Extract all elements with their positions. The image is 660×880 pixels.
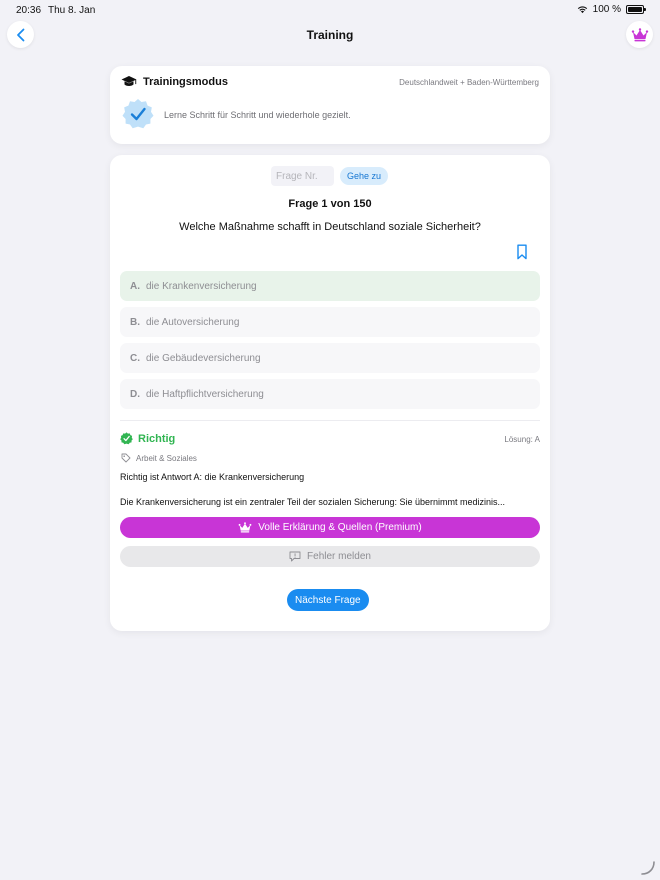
mode-header: Trainingsmodus xyxy=(121,75,228,88)
answer-option-b[interactable]: B. die Autoversicherung xyxy=(120,307,540,337)
mode-title: Trainingsmodus xyxy=(143,75,228,88)
check-seal-icon xyxy=(120,432,133,445)
answer-letter: A. xyxy=(130,280,140,292)
category-tag: Arbeit & Soziales xyxy=(121,453,197,463)
training-mode-card: Trainingsmodus Deutschlandweit + Baden-W… xyxy=(110,66,550,144)
question-text: Welche Maßnahme schafft in Deutschland s… xyxy=(179,221,481,233)
answer-letter: C. xyxy=(130,352,140,364)
crown-icon xyxy=(631,27,648,41)
status-indicators: 100 % xyxy=(577,4,646,15)
explanation-text: Die Krankenversicherung ist ein zentrale… xyxy=(120,497,506,507)
resize-handle-icon[interactable] xyxy=(640,860,656,876)
question-counter: Frage 1 von 150 xyxy=(288,198,372,210)
graduation-cap-icon xyxy=(121,76,137,86)
answer-option-c[interactable]: C. die Gebäudeversicherung xyxy=(120,343,540,373)
bookmark-icon[interactable] xyxy=(516,244,528,260)
status-bar: 20:36 Thu 8. Jan 100 % xyxy=(0,0,660,20)
report-error-button[interactable]: Fehler melden xyxy=(120,546,540,567)
answer-text: die Krankenversicherung xyxy=(146,280,257,292)
divider xyxy=(120,420,540,421)
checkmark-seal-icon xyxy=(122,98,154,130)
battery-icon xyxy=(626,5,646,14)
answer-letter: B. xyxy=(130,316,140,328)
premium-explanation-button[interactable]: Volle Erklärung & Quellen (Premium) xyxy=(120,517,540,538)
solution-label: Lösung: A xyxy=(504,435,540,444)
result-header: Richtig xyxy=(120,432,175,445)
report-button-label: Fehler melden xyxy=(307,551,371,562)
question-card: Gehe zu Frage 1 von 150 Welche Maßnahme … xyxy=(110,155,550,631)
answer-text: die Haftpflichtversicherung xyxy=(146,388,264,400)
correct-answer-text: Richtig ist Antwort A: die Krankenversic… xyxy=(120,472,305,482)
answer-letter: D. xyxy=(130,388,140,400)
page-title: Training xyxy=(306,28,354,42)
category-label: Arbeit & Soziales xyxy=(136,453,197,463)
mode-description: Lerne Schritt für Schritt und wiederhole… xyxy=(164,110,351,120)
answer-text: die Gebäudeversicherung xyxy=(146,352,261,364)
status-time: 20:36 xyxy=(16,5,42,16)
question-number-input[interactable] xyxy=(271,166,334,186)
speech-bubble-exclamation-icon xyxy=(289,551,301,562)
crown-icon xyxy=(238,522,252,533)
answer-option-a[interactable]: A. die Krankenversicherung xyxy=(120,271,540,301)
premium-button[interactable] xyxy=(626,21,653,48)
result-label: Richtig xyxy=(138,432,176,445)
premium-button-label: Volle Erklärung & Quellen (Premium) xyxy=(258,522,422,533)
status-date: Thu 8. Jan xyxy=(48,5,96,16)
wifi-icon xyxy=(577,6,587,14)
answer-text: die Autoversicherung xyxy=(146,316,240,328)
next-question-button[interactable]: Nächste Frage xyxy=(287,589,369,611)
go-to-button[interactable]: Gehe zu xyxy=(340,167,389,185)
answer-option-d[interactable]: D. die Haftpflichtversicherung xyxy=(120,379,540,409)
battery-percent: 100 % xyxy=(592,4,621,15)
tag-icon xyxy=(121,453,131,463)
mode-region: Deutschlandweit + Baden-Württemberg xyxy=(399,78,539,87)
